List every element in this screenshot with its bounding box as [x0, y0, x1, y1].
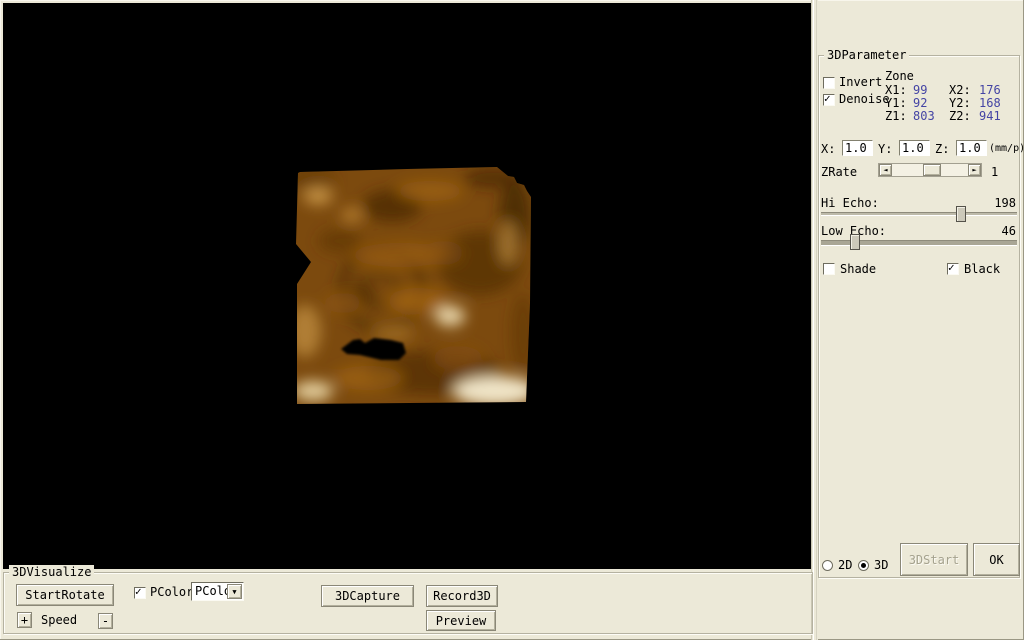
scale-unit-label: (mm/p) — [989, 142, 1024, 155]
z-scale-input[interactable] — [956, 140, 987, 156]
visualize-groupbox: 3DVisualize StartRotate + Speed - ✓ PCol… — [3, 572, 813, 634]
z-scale-label: Z: — [935, 143, 949, 156]
capture-3d-button[interactable]: 3DCapture — [321, 585, 414, 607]
x-scale-input[interactable] — [842, 140, 873, 156]
parameter-panel: 3DParameter ✓ Invert ✓ Denoise Zone X1: … — [818, 0, 1024, 640]
zrate-scroll-right-button[interactable]: ► — [968, 164, 981, 176]
y-scale-label: Y: — [878, 143, 892, 156]
hi-echo-slider-thumb[interactable] — [956, 206, 966, 222]
x-scale-label: X: — [821, 143, 835, 156]
zrate-label: ZRate — [821, 166, 857, 179]
pcolor-dropdown-button[interactable]: ▼ — [227, 584, 242, 599]
panel-splitter — [811, 0, 818, 640]
zrate-scrollbar[interactable]: ◄ ► — [878, 163, 982, 177]
zrate-scroll-left-button[interactable]: ◄ — [879, 164, 892, 176]
ultrasound-3d-render — [3, 3, 811, 569]
chevron-down-icon: ▼ — [232, 588, 236, 596]
start-rotate-button[interactable]: StartRotate — [16, 584, 114, 606]
checkmark-icon: ✓ — [824, 92, 831, 106]
pcolor-label: PColor — [150, 586, 193, 599]
ok-button[interactable]: OK — [973, 543, 1020, 576]
preview-button[interactable]: Preview — [426, 610, 496, 631]
parameter-groupbox-title: 3DParameter — [824, 48, 909, 62]
speed-label: Speed — [41, 614, 77, 627]
denoise-label: Denoise — [839, 93, 890, 106]
shade-checkbox[interactable]: ✓ — [823, 263, 835, 275]
mode-2d-radio[interactable] — [822, 560, 833, 571]
zrate-scroll-thumb[interactable] — [923, 164, 941, 176]
zone-z1-label: Z1: — [885, 110, 907, 123]
hi-echo-slider-track[interactable] — [821, 212, 1017, 216]
shade-label: Shade — [840, 263, 876, 276]
invert-checkbox[interactable]: ✓ — [823, 77, 835, 89]
start-3d-button[interactable]: 3DStart — [900, 543, 968, 576]
hi-echo-label: Hi Echo: — [821, 197, 879, 210]
speed-plus-button[interactable]: + — [17, 612, 32, 628]
invert-label: Invert — [839, 76, 882, 89]
visualize-groupbox-title: 3DVisualize — [9, 565, 94, 579]
zrate-value: 1 — [991, 166, 998, 179]
parameter-groupbox: 3DParameter ✓ Invert ✓ Denoise Zone X1: … — [818, 55, 1020, 578]
checkmark-icon: ✓ — [948, 261, 955, 275]
pcolor-checkbox[interactable]: ✓ — [134, 587, 146, 599]
app-window: 3DParameter ✓ Invert ✓ Denoise Zone X1: … — [0, 0, 1024, 640]
zone-title: Zone — [885, 70, 914, 83]
speed-minus-button[interactable]: - — [98, 613, 113, 629]
checkmark-icon: ✓ — [135, 585, 142, 599]
low-echo-value: 46 — [1002, 225, 1016, 238]
black-label: Black — [964, 263, 1000, 276]
record-3d-button[interactable]: Record3D — [426, 585, 498, 607]
render-canvas[interactable] — [3, 3, 811, 569]
hi-echo-value: 198 — [994, 197, 1016, 210]
mode-2d-label: 2D — [838, 559, 852, 572]
zone-z2-label: Z2: — [949, 110, 971, 123]
mode-3d-label: 3D — [874, 559, 888, 572]
pcolor-dropdown[interactable]: PColor ▼ — [191, 582, 244, 601]
zone-z1-value: 803 — [913, 110, 935, 123]
scroll-right-icon: ► — [972, 166, 976, 174]
zone-z2-value: 941 — [979, 110, 1001, 123]
low-echo-slider-thumb[interactable] — [850, 234, 860, 250]
y-scale-input[interactable] — [899, 140, 930, 156]
black-checkbox[interactable]: ✓ — [947, 263, 959, 275]
scroll-left-icon: ◄ — [883, 166, 887, 174]
mode-3d-radio[interactable] — [858, 560, 869, 571]
denoise-checkbox[interactable]: ✓ — [823, 94, 835, 106]
